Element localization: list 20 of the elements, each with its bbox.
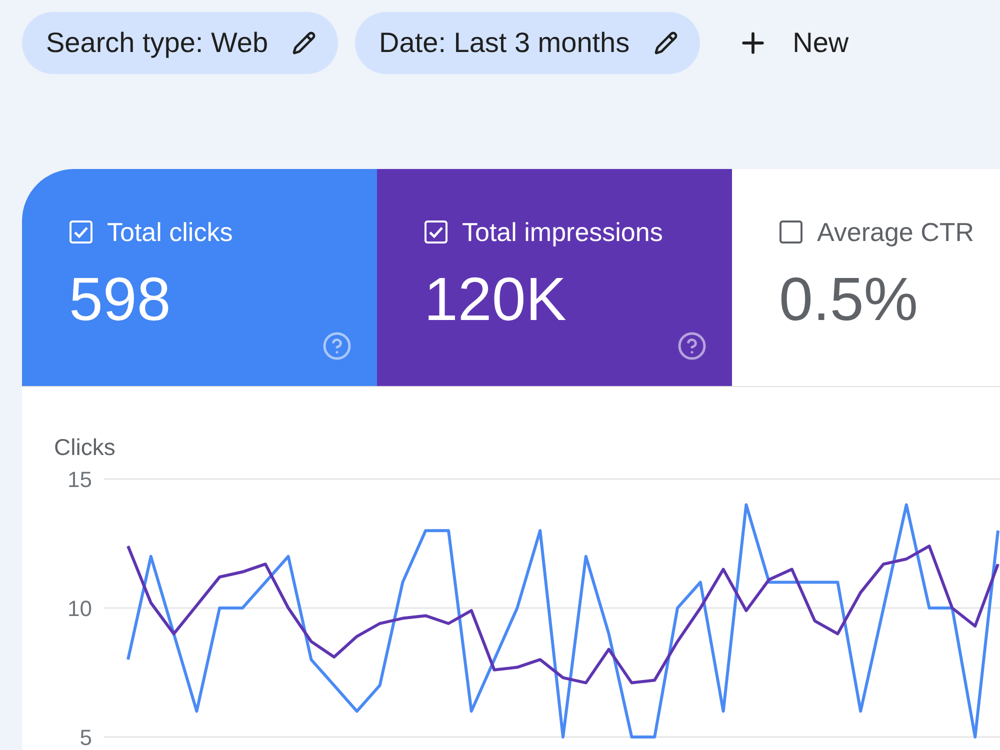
metric-value: 120K bbox=[424, 269, 566, 330]
metric-label: Total impressions bbox=[462, 219, 663, 245]
help-icon[interactable] bbox=[322, 331, 352, 361]
checkbox[interactable] bbox=[779, 220, 803, 244]
metric-label: Average CTR bbox=[817, 219, 974, 245]
pencil-icon bbox=[292, 31, 316, 55]
y-tick-label: 15 bbox=[68, 467, 92, 492]
axis-title: Clicks bbox=[54, 435, 116, 459]
metric-value: 0.5% bbox=[779, 269, 918, 330]
metric-value: 598 bbox=[69, 269, 171, 330]
new-filter-button[interactable]: New bbox=[724, 12, 861, 74]
filter-chip[interactable]: Date: Last 3 months bbox=[355, 12, 700, 74]
y-tick-label: 10 bbox=[68, 596, 92, 621]
y-tick-label: 5 bbox=[80, 725, 92, 748]
help-icon[interactable] bbox=[677, 331, 707, 361]
metric-label: Total clicks bbox=[107, 219, 233, 245]
metric-card[interactable]: Total clicks 598 bbox=[22, 169, 377, 386]
filter-chip[interactable]: Search type: Web bbox=[22, 12, 338, 74]
metric-card[interactable]: Total impressions 120K bbox=[377, 169, 732, 386]
pencil-icon bbox=[654, 31, 678, 55]
